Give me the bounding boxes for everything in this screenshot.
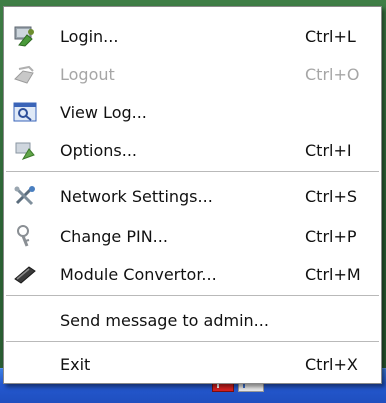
logout-icon — [13, 63, 37, 85]
menu-item-logout[interactable]: Logout Ctrl+O — [5, 55, 380, 93]
menu-item-exit[interactable]: Exit Ctrl+X — [5, 345, 380, 383]
menu-item-shortcut: Ctrl+I — [305, 141, 352, 160]
menu-item-label: Network Settings... — [60, 187, 213, 206]
menu-item-label: Login... — [60, 27, 119, 46]
menu-item-label: Change PIN... — [60, 227, 168, 246]
menu-separator — [6, 341, 379, 343]
menu-item-module-convertor[interactable]: Module Convertor... Ctrl+M — [5, 255, 380, 293]
menu-item-network-settings[interactable]: Network Settings... Ctrl+S — [5, 177, 380, 215]
context-menu: Login... Ctrl+L Logout Ctrl+O View Log..… — [3, 6, 382, 384]
module-convertor-icon — [13, 263, 37, 285]
network-settings-icon — [13, 185, 37, 207]
options-icon — [13, 139, 37, 161]
login-icon — [13, 25, 37, 47]
menu-item-shortcut: Ctrl+X — [305, 355, 358, 374]
menu-item-label: Send message to admin... — [60, 311, 269, 330]
menu-item-options[interactable]: Options... Ctrl+I — [5, 131, 380, 169]
menu-separator — [6, 171, 379, 173]
menu-item-shortcut: Ctrl+P — [305, 227, 357, 246]
menu-item-shortcut: Ctrl+L — [305, 27, 356, 46]
view-log-icon — [13, 101, 37, 123]
menu-item-send-message-to-admin[interactable]: Send message to admin... — [5, 301, 380, 339]
menu-item-label: Exit — [60, 355, 91, 374]
change-pin-icon — [13, 225, 37, 247]
menu-item-label: View Log... — [60, 103, 147, 122]
menu-separator — [6, 295, 379, 297]
menu-item-shortcut: Ctrl+M — [305, 265, 361, 284]
menu-item-label: Logout — [60, 65, 115, 84]
menu-item-shortcut: Ctrl+S — [305, 187, 358, 206]
menu-item-shortcut: Ctrl+O — [305, 65, 360, 84]
menu-item-label: Module Convertor... — [60, 265, 217, 284]
menu-item-view-log[interactable]: View Log... — [5, 93, 380, 131]
menu-item-label: Options... — [60, 141, 137, 160]
menu-item-login[interactable]: Login... Ctrl+L — [5, 17, 380, 55]
menu-item-change-pin[interactable]: Change PIN... Ctrl+P — [5, 217, 380, 255]
